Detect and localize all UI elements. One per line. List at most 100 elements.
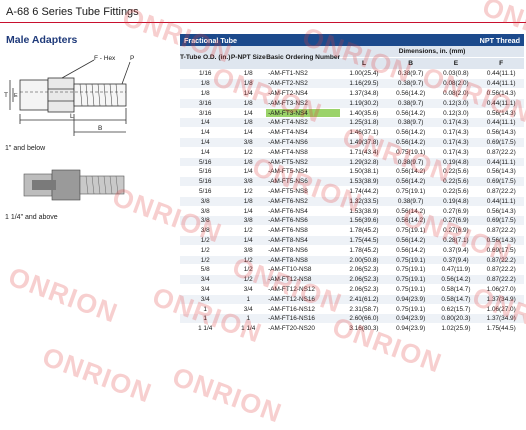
- cell-tube-od: 1/4: [180, 127, 231, 139]
- cell-l: 1.53(38.9): [340, 176, 388, 188]
- cell-b: 0.94(23.9): [387, 294, 434, 305]
- cell-f: 0.69(17.5): [478, 245, 524, 256]
- page-header: A-68 6 Series Tube Fittings: [6, 6, 139, 18]
- cell-l: 1.32(33.5): [340, 196, 388, 207]
- cell-ordering-number: -AM-FT2-NS4: [266, 88, 341, 99]
- cell-b: 0.56(14.2): [387, 88, 434, 99]
- cell-l: 1.40(35.6): [340, 108, 388, 119]
- cell-e: 0.58(14.7): [433, 294, 479, 305]
- table-band-fractional-tube: Fractional Tube: [180, 34, 341, 46]
- col-header-ordering-number: Basic Ordering Number: [266, 46, 341, 69]
- cell-tube-od: 1/4: [180, 117, 231, 129]
- cell-tube-od: 5/8: [180, 264, 231, 276]
- table-row: 1/4 1/2 -AM-FT4-NS8 1.71(43.4) 0.75(19.1) 0.1…: [180, 147, 524, 158]
- cell-e: 0.17(4.3): [433, 117, 479, 129]
- col-header-b: B: [387, 57, 434, 69]
- cell-npt-size: 1/2: [230, 274, 267, 286]
- cell-npt-size: 1: [230, 294, 267, 305]
- cell-e: 0.08(2.0): [433, 88, 479, 99]
- caption-1-1-4-and-above: 1 1/4" and above: [5, 214, 58, 221]
- cell-f: 0.56(14.3): [478, 88, 524, 99]
- table-row: 3/16 1/8 -AM-FT3-NS2 1.19(30.2) 0.38(9.7) 0.1…: [180, 98, 524, 109]
- cell-npt-size: 1/2: [230, 225, 267, 237]
- cell-l: 1.46(37.1): [340, 127, 388, 139]
- col-header-tube-od: T-Tube O.D. (in.): [180, 46, 231, 69]
- cell-ordering-number: -AM-FT4-NS6: [266, 137, 341, 148]
- cell-tube-od: 5/16: [180, 186, 231, 197]
- cell-f: 0.87(22.2): [478, 147, 524, 158]
- cell-f: 0.44(11.1): [478, 98, 524, 109]
- cell-ordering-number: -AM-FT5-NS6: [266, 176, 341, 188]
- cell-npt-size: 1/4: [230, 108, 267, 119]
- cell-b: 0.38(9.7): [387, 98, 434, 109]
- cell-e: 0.80(20.3): [433, 313, 479, 325]
- drawing-label-p: P: [130, 55, 134, 62]
- cell-l: 1.53(38.9): [340, 206, 388, 217]
- cell-f: 0.69(17.5): [478, 215, 524, 227]
- cell-f: 0.44(11.1): [478, 117, 524, 129]
- cell-f: 0.87(22.2): [478, 255, 524, 266]
- cell-l: 2.06(52.3): [340, 284, 388, 295]
- cell-npt-size: 1/8: [230, 98, 267, 109]
- cell-b: 0.38(9.7): [387, 157, 434, 168]
- header-rule: [0, 22, 526, 23]
- cell-l: 1.25(31.8): [340, 117, 388, 129]
- watermark-text: ONRION: [4, 261, 122, 329]
- cell-ordering-number: -AM-FT3-NS2: [266, 98, 341, 109]
- cell-b: 0.94(23.9): [387, 323, 434, 335]
- cell-e: 0.28(7.1): [433, 235, 479, 246]
- table-row: 1/4 1/8 -AM-FT4-NS2 1.25(31.8) 0.38(9.7) 0.17…: [180, 117, 524, 129]
- cell-e: 0.17(4.3): [433, 127, 479, 139]
- cell-tube-od: 3/8: [180, 225, 231, 237]
- cell-tube-od: 1/16: [180, 69, 231, 80]
- cell-l: 2.06(52.3): [340, 274, 388, 286]
- cell-tube-od: 1: [180, 304, 231, 315]
- watermark-text: ONRION: [38, 341, 156, 409]
- cell-ordering-number: -AM-FT16-NS12: [266, 304, 341, 315]
- cell-e: 0.12(3.0): [433, 108, 479, 119]
- col-header-dimensions: Dimensions, in. (mm): [340, 46, 524, 58]
- cell-npt-size: 1/8: [230, 117, 267, 129]
- cell-npt-size: 1/8: [230, 69, 267, 80]
- cell-l: 1.74(44.2): [340, 186, 388, 197]
- drawing-label-t: T: [4, 92, 8, 99]
- cell-b: 0.56(14.2): [387, 245, 434, 256]
- cell-f: 0.56(14.3): [478, 166, 524, 178]
- cell-e: 0.58(14.7): [433, 284, 479, 295]
- cell-npt-size: 1/4: [230, 206, 267, 217]
- cell-l: 2.60(66.0): [340, 313, 388, 325]
- table-row: 3/4 1/2 -AM-FT12-NS8 2.06(52.3) 0.75(19.1) 0.…: [180, 274, 524, 286]
- cell-tube-od: 1/4: [180, 137, 231, 148]
- cell-f: 0.87(22.2): [478, 186, 524, 197]
- cell-f: 0.87(22.2): [478, 274, 524, 286]
- drawing-label-b: B: [98, 125, 102, 132]
- cell-ordering-number: -AM-FT5-NS8: [266, 186, 341, 197]
- cell-e: 0.03(0.8): [433, 69, 479, 80]
- cell-npt-size: 3/8: [230, 245, 267, 256]
- cell-b: 0.75(19.1): [387, 304, 434, 315]
- cell-ordering-number: -AM-FT6-NS4: [266, 206, 341, 217]
- cell-f: 1.75(44.5): [478, 323, 524, 335]
- cell-e: 0.22(5.6): [433, 186, 479, 197]
- table-row: 3/16 1/4 -AM-FT3-NS4 1.40(35.6) 0.56(14.2) 0.…: [180, 108, 524, 119]
- table-band-npt-thread: NPT Thread: [340, 34, 524, 46]
- table-row: 1/4 3/8 -AM-FT4-NS6 1.49(37.8) 0.56(14.2) 0.1…: [180, 137, 524, 148]
- cell-e: 0.17(4.3): [433, 147, 479, 158]
- cell-npt-size: 1/2: [230, 255, 267, 266]
- cell-tube-od: 3/16: [180, 98, 231, 109]
- cell-e: 0.37(9.4): [433, 255, 479, 266]
- cell-npt-size: 1/8: [230, 157, 267, 168]
- male-adapter-cutaway: [23, 169, 125, 201]
- cell-f: 0.87(22.2): [478, 225, 524, 237]
- cell-ordering-number: -AM-FT6-NS2: [266, 196, 341, 207]
- table-row: 3/4 3/4 -AM-FT12-NS12 2.06(52.3) 0.75(19.1) 0…: [180, 284, 524, 295]
- cell-tube-od: 3/4: [180, 284, 231, 295]
- cell-b: 0.75(19.1): [387, 264, 434, 276]
- cell-e: 1.02(25.9): [433, 323, 479, 335]
- drawing-label-l: L: [70, 113, 74, 120]
- cell-tube-od: 5/16: [180, 166, 231, 178]
- table-row: 5/8 1/2 -AM-FT10-NS8 2.06(52.3) 0.75(19.1) 0.…: [180, 264, 524, 276]
- cell-npt-size: 1: [230, 313, 267, 325]
- table-row: 1 1 -AM-FT16-NS16 2.60(66.0) 0.94(23.9) 0.80(…: [180, 313, 524, 325]
- cell-f: 0.87(22.2): [478, 264, 524, 276]
